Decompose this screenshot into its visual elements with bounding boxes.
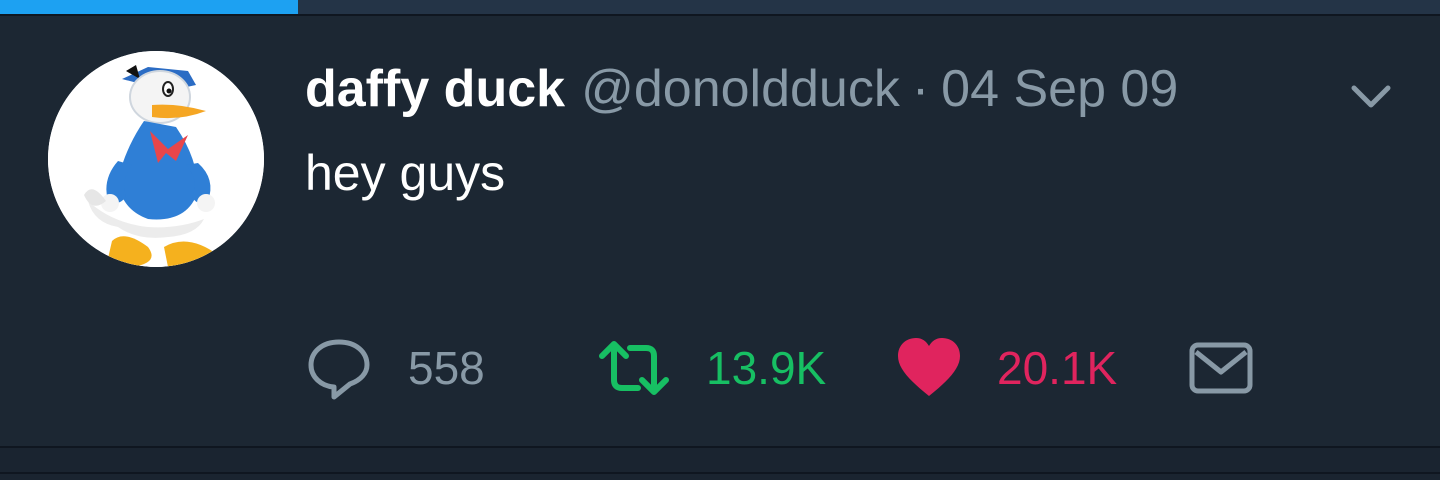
divider — [0, 472, 1440, 474]
user-handle[interactable]: @donoldduck — [581, 54, 900, 124]
retweet-button[interactable]: 13.9K — [596, 336, 826, 400]
reply-count: 558 — [408, 342, 485, 394]
reply-icon — [308, 339, 370, 400]
direct-message-button[interactable] — [1188, 336, 1254, 400]
avatar[interactable] — [48, 51, 264, 267]
retweet-icon — [599, 341, 669, 395]
top-bar — [0, 0, 1440, 14]
tweet-text: hey guys — [305, 145, 506, 201]
mail-icon — [1189, 342, 1253, 394]
tweet-date[interactable]: 04 Sep 09 — [941, 54, 1178, 124]
tweet-header: daffy duck @donoldduck · 04 Sep 09 — [305, 54, 1178, 124]
separator-dot: · — [911, 60, 930, 118]
retweet-count: 13.9K — [706, 342, 827, 394]
tweet-menu-button[interactable] — [1346, 78, 1396, 118]
like-count: 20.1K — [997, 342, 1118, 394]
chevron-down-icon — [1351, 85, 1391, 108]
reply-button[interactable]: 558 — [306, 336, 485, 400]
display-name[interactable]: daffy duck — [305, 54, 565, 124]
like-button[interactable]: 20.1K — [895, 336, 1117, 400]
loading-progress-bar — [0, 0, 299, 14]
next-tweet-edge — [0, 448, 1440, 480]
donald-duck-avatar-icon — [48, 51, 264, 267]
heart-icon — [898, 338, 960, 396]
